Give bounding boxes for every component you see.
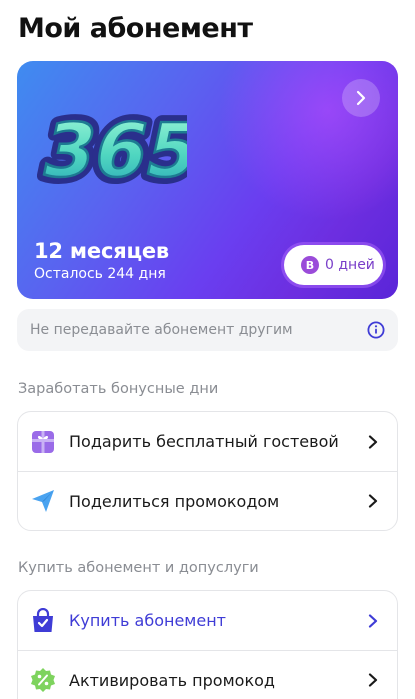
discount-badge-icon — [30, 667, 56, 693]
share-promocode-item[interactable]: Поделиться промокодом — [18, 471, 397, 530]
bonus-days-label: 0 дней — [325, 257, 375, 273]
chevron-right-icon — [368, 613, 378, 628]
activate-promocode-label: Активировать промокод — [69, 670, 275, 690]
page-title: Мой абонемент — [18, 13, 253, 44]
plan-remaining: Осталось 244 дня — [34, 266, 166, 282]
logo-365-icon: 365 365 — [37, 101, 187, 201]
buy-subscription-item[interactable]: Купить абонемент — [18, 591, 397, 650]
transfer-notice[interactable]: Не передавайте абонемент другим — [17, 309, 398, 351]
buy-subscription-label: Купить абонемент — [69, 611, 226, 630]
activate-promocode-item[interactable]: Активировать промокод — [18, 650, 397, 699]
gift-icon — [30, 429, 56, 455]
shopping-bag-icon — [30, 607, 56, 634]
info-icon[interactable] — [367, 321, 385, 339]
chevron-right-icon — [368, 494, 378, 508]
gift-guest-pass-label: Подарить бесплатный гостевой — [69, 432, 339, 451]
paper-plane-icon — [30, 488, 56, 514]
buy-section-title: Купить абонемент и допуслуги — [18, 560, 259, 576]
chevron-right-icon — [368, 434, 378, 449]
bonus-days-button[interactable]: В 0 дней — [284, 245, 383, 285]
gift-guest-pass-item[interactable]: Подарить бесплатный гостевой — [18, 412, 397, 471]
chevron-right-icon — [368, 673, 378, 687]
open-subscription-button[interactable] — [342, 79, 380, 117]
notice-text: Не передавайте абонемент другим — [30, 322, 293, 338]
bonus-section-title: Заработать бонусные дни — [18, 381, 219, 397]
logo-text: 365 — [37, 108, 187, 194]
plan-title: 12 месяцев — [34, 239, 169, 263]
share-promocode-label: Поделиться промокодом — [69, 491, 280, 511]
bonus-actions-list: Подарить бесплатный гостевой Поделиться … — [17, 411, 398, 531]
chevron-right-icon — [356, 90, 366, 106]
bonus-coin-icon: В — [301, 256, 319, 274]
buy-actions-list: Купить абонемент Активировать промокод — [17, 590, 398, 699]
subscription-card[interactable]: 365 365 12 месяцев Осталось 244 дня В 0 … — [17, 61, 398, 299]
